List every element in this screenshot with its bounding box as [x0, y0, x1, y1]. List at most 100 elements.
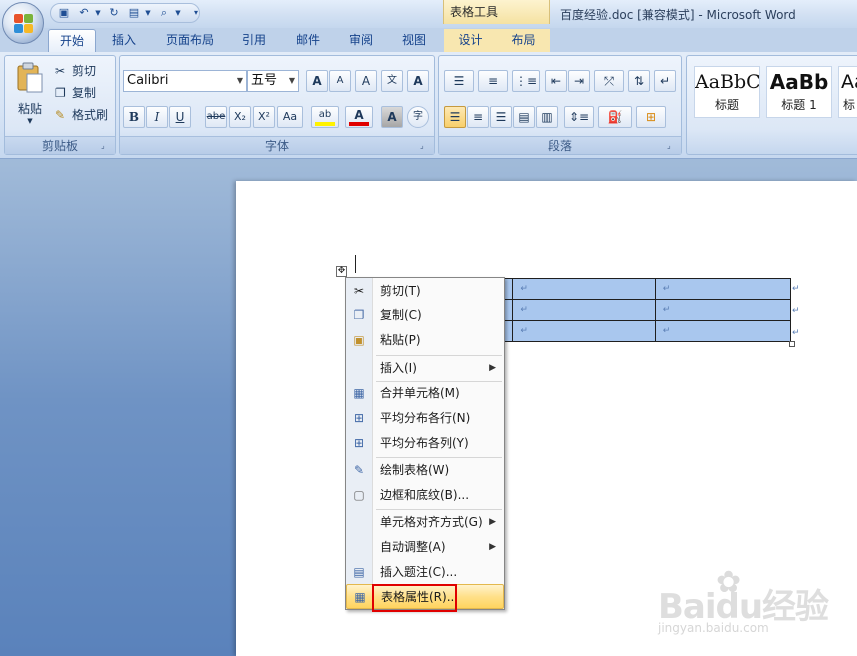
paragraph-group: ☰ ≡ ⋮≡ ⇤ ⇥ ⤱ ⇅ ↵ ☰ ≡ ☰ ▤ ▥ ⇕≡ ⛽ ⊞ 段落 ⌟ — [438, 55, 682, 155]
subscript-button[interactable]: X₂ — [229, 106, 251, 128]
asian-layout-button[interactable]: ⤱ — [594, 70, 624, 92]
align-right-button[interactable]: ☰ — [490, 106, 512, 128]
distribute-columns-icon: ⊞ — [353, 436, 365, 450]
menu-item-distribute-columns[interactable]: ⊞ 平均分布各列(Y) — [346, 431, 504, 456]
table-cell[interactable]: ↵ — [512, 278, 656, 300]
shrink-font-button[interactable]: A — [329, 70, 351, 92]
superscript-button[interactable]: X² — [253, 106, 275, 128]
numbering-button[interactable]: ≡ — [478, 70, 508, 92]
new-doc-icon[interactable]: ▤ — [127, 6, 141, 20]
line-spacing-button[interactable]: ⇕≡ — [564, 106, 594, 128]
menu-item-cut[interactable]: ✂ 剪切(T) — [346, 279, 504, 304]
redo-icon[interactable]: ↻ — [107, 6, 121, 20]
tab-insert[interactable]: 插入 — [103, 29, 145, 52]
undo-icon[interactable]: ↶ — [77, 6, 91, 20]
table-cell[interactable]: ↵ — [512, 320, 656, 342]
menu-item-copy[interactable]: ❐ 复制(C) — [346, 303, 504, 328]
highlighter-icon: ab — [318, 109, 332, 120]
clear-format-icon: A — [361, 74, 371, 88]
strikethrough-button[interactable]: abe — [205, 106, 227, 128]
menu-item-insert-caption[interactable]: ▤ 插入题注(C)... — [346, 560, 504, 585]
font-color-button[interactable]: A — [345, 106, 373, 128]
font-name-combo[interactable]: Calibri ▼ — [123, 70, 247, 92]
office-button[interactable] — [2, 2, 44, 44]
tab-references[interactable]: 引用 — [233, 29, 275, 52]
menu-item-label: 单元格对齐方式(G) — [380, 515, 483, 529]
font-color-icon: A — [354, 108, 364, 122]
change-case-button[interactable]: Aa — [277, 106, 303, 128]
enclose-char-button[interactable]: 字 — [407, 106, 429, 128]
cut-button[interactable]: ✂ 剪切 — [55, 60, 113, 82]
menu-item-insert[interactable]: 插入(I) ▶ — [346, 356, 504, 381]
style-heading-2[interactable]: Aa 标 — [838, 66, 857, 118]
print-preview-dropdown-icon[interactable]: ▼ — [171, 6, 185, 20]
table-resize-handle[interactable] — [789, 341, 795, 347]
change-case-icon: Aa — [282, 110, 298, 123]
ribbon: 粘贴 ▼ ✂ 剪切 ❐ 复制 ✎ 格式刷 剪贴板 ⌟ Calibri ▼ 五号 … — [0, 52, 857, 159]
underline-button[interactable]: U — [169, 106, 191, 128]
clear-format-button[interactable]: A — [355, 70, 377, 92]
table-cell[interactable]: ↵ — [654, 278, 792, 300]
decrease-indent-button[interactable]: ⇤ — [545, 70, 567, 92]
sort-icon: ⇅ — [633, 74, 645, 88]
format-painter-button[interactable]: ✎ 格式刷 — [55, 104, 117, 126]
sort-button[interactable]: ⇅ — [628, 70, 650, 92]
align-center-button[interactable]: ≡ — [467, 106, 489, 128]
clipboard-group: 粘贴 ▼ ✂ 剪切 ❐ 复制 ✎ 格式刷 剪贴板 ⌟ — [4, 55, 116, 155]
menu-item-autofit[interactable]: 自动调整(A) ▶ — [346, 535, 504, 560]
distributed-button[interactable]: ▥ — [536, 106, 558, 128]
tab-layout[interactable]: 布局 — [497, 29, 550, 52]
bullets-button[interactable]: ☰ — [444, 70, 474, 92]
borders-button[interactable]: ⊞ — [636, 106, 666, 128]
paragraph-launcher-icon[interactable]: ⌟ — [667, 141, 677, 151]
increase-indent-button[interactable]: ⇥ — [568, 70, 590, 92]
table-cell[interactable]: ↵ — [512, 299, 656, 321]
menu-item-merge-cells[interactable]: ▦ 合并单元格(M) — [346, 381, 504, 406]
save-icon[interactable]: ▣ — [57, 6, 71, 20]
phonetic-guide-button[interactable]: 文 — [381, 70, 403, 92]
menu-item-distribute-rows[interactable]: ⊞ 平均分布各行(N) — [346, 406, 504, 431]
char-border-button[interactable]: A — [407, 70, 429, 92]
tab-page-layout[interactable]: 页面布局 — [155, 29, 225, 52]
table-cell[interactable]: ↵ — [654, 320, 792, 342]
asian-layout-icon: ⤱ — [604, 74, 614, 88]
grow-font-button[interactable]: A — [306, 70, 328, 92]
copy-icon: ❐ — [353, 308, 365, 322]
paragraph-mark-icon: ↵ — [659, 74, 671, 88]
tab-design[interactable]: 设计 — [444, 29, 497, 52]
font-size-combo[interactable]: 五号 ▼ — [247, 70, 299, 92]
table-cell[interactable]: ↵ — [654, 299, 792, 321]
menu-item-cell-alignment[interactable]: 单元格对齐方式(G) ▶ — [346, 510, 504, 535]
menu-item-borders-shading[interactable]: ▢ 边框和底纹(B)... — [346, 483, 504, 508]
style-heading-1[interactable]: AaBb 标题 1 — [766, 66, 832, 118]
font-launcher-icon[interactable]: ⌟ — [420, 141, 430, 151]
menu-item-draw-table[interactable]: ✎ 绘制表格(W) — [346, 458, 504, 483]
print-preview-icon[interactable]: ⌕ — [157, 6, 171, 20]
menu-item-paste[interactable]: ▣ 粘贴(P) — [346, 328, 504, 353]
copy-button[interactable]: ❐ 复制 — [55, 82, 113, 104]
shading-button[interactable]: ⛽ — [598, 106, 632, 128]
table-move-handle-icon[interactable]: ✥ — [336, 266, 347, 277]
italic-button[interactable]: I — [146, 106, 168, 128]
clipboard-launcher-icon[interactable]: ⌟ — [101, 141, 111, 151]
justify-button[interactable]: ▤ — [513, 106, 535, 128]
tab-mailings[interactable]: 邮件 — [287, 29, 329, 52]
align-left-button[interactable]: ☰ — [444, 106, 466, 128]
font-group: Calibri ▼ 五号 ▼ A A A 文 A B I U abe X₂ X²… — [119, 55, 435, 155]
format-painter-label: 格式刷 — [72, 108, 109, 122]
new-doc-dropdown-icon[interactable]: ▼ — [141, 6, 155, 20]
style-title[interactable]: AaBbC 标题 — [694, 66, 760, 118]
tab-view[interactable]: 视图 — [393, 29, 435, 52]
undo-dropdown-icon[interactable]: ▼ — [91, 6, 105, 20]
customize-icon[interactable]: ▾ — [189, 6, 203, 20]
menu-item-label: 粘贴(P) — [380, 333, 421, 347]
bold-button[interactable]: B — [123, 106, 145, 128]
char-shading-button[interactable]: A — [381, 106, 403, 128]
tab-review[interactable]: 审阅 — [340, 29, 382, 52]
highlight-button[interactable]: ab — [311, 106, 339, 128]
tab-home[interactable]: 开始 — [48, 29, 96, 52]
multilevel-list-button[interactable]: ⋮≡ — [512, 70, 540, 92]
paste-button[interactable]: 粘贴 ▼ — [9, 58, 51, 128]
show-marks-button[interactable]: ↵ — [654, 70, 676, 92]
style-sample: Aa — [841, 71, 857, 93]
